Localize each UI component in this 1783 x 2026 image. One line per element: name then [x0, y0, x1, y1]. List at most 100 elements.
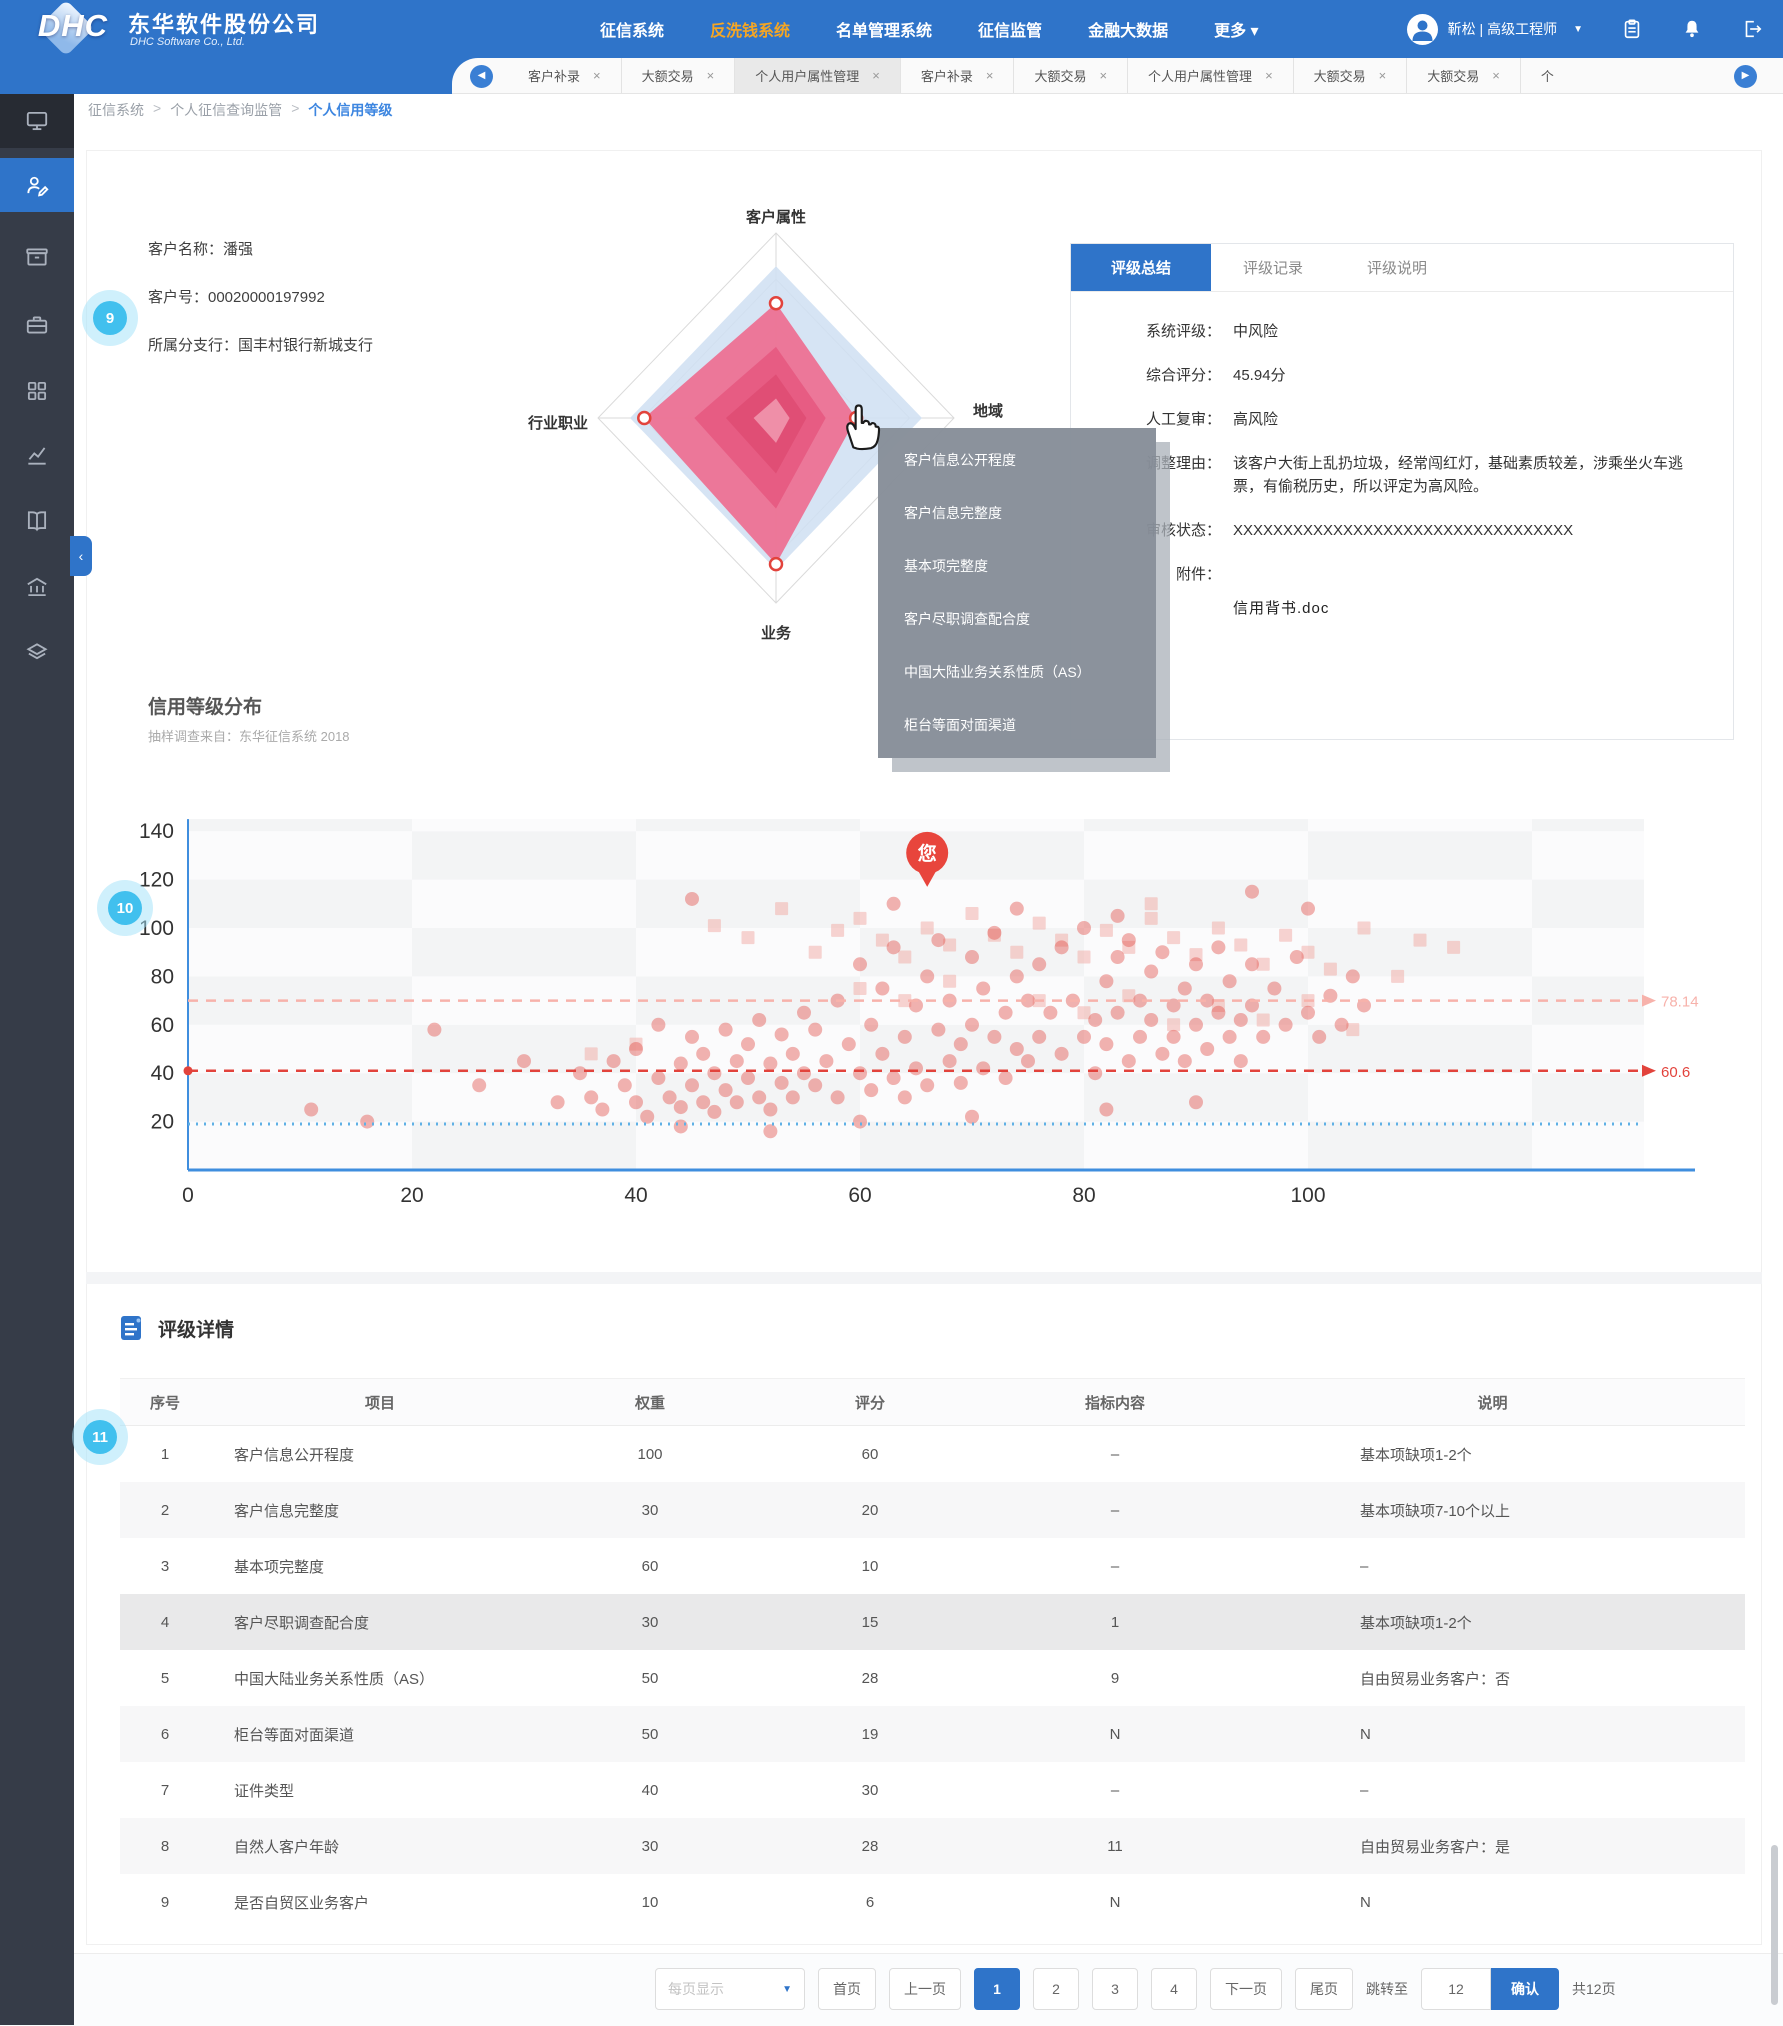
tab[interactable]: 个人用户属性管理× [1128, 58, 1294, 93]
page-number-button[interactable]: 1 [974, 1968, 1020, 2010]
table-cell: – [1240, 1782, 1745, 1799]
dropdown-item[interactable]: 中国大陆业务关系性质（AS） [878, 646, 1156, 699]
tab-close-icon[interactable]: × [1492, 68, 1500, 83]
jump-to-label: 跳转至 [1366, 1979, 1408, 1999]
monitor-icon [24, 108, 50, 134]
column-header: 说明 [1240, 1392, 1745, 1413]
nav-item[interactable]: 征信监管 [978, 17, 1042, 41]
tab[interactable]: 客户补录× [508, 58, 622, 93]
table-cell: 3 [120, 1558, 210, 1575]
annotation-badge: 11 [83, 1420, 117, 1454]
breadcrumb-item[interactable]: 个人征信查询监管 [170, 100, 282, 120]
table-row[interactable]: 1客户信息公开程度10060–基本项缺项1-2个 [120, 1426, 1745, 1482]
dropdown-item[interactable]: 客户信息公开程度 [878, 434, 1156, 487]
svg-text:80: 80 [151, 965, 174, 988]
table-row[interactable]: 9是否自贸区业务客户106NN [120, 1874, 1745, 1930]
clipboard-icon[interactable] [1621, 18, 1643, 40]
table-cell: – [990, 1502, 1240, 1519]
breadcrumb-item[interactable]: 征信系统 [88, 100, 144, 120]
table-cell: – [990, 1446, 1240, 1463]
dropdown-item[interactable]: 客户信息完整度 [878, 487, 1156, 540]
tab-close-icon[interactable]: × [707, 68, 715, 83]
tab[interactable]: 个人用户属性管理× [735, 58, 901, 93]
panel-tab[interactable]: 评级总结 [1071, 244, 1211, 291]
first-page-button[interactable]: 首页 [818, 1968, 876, 2010]
breadcrumb-item[interactable]: 个人信用等级 [308, 100, 392, 120]
sidebar-item-bank[interactable] [0, 560, 74, 614]
dropdown-item[interactable]: 客户尽职调查配合度 [878, 593, 1156, 646]
sidebar-collapse-toggle[interactable]: ‹ [70, 536, 92, 576]
panel-tab[interactable]: 评级记录 [1211, 244, 1335, 291]
user-avatar-icon[interactable] [1407, 14, 1438, 45]
sidebar-item-chart[interactable] [0, 428, 74, 482]
per-page-select[interactable]: 每页显示▼ [655, 1968, 805, 2010]
radar-vertex-marker[interactable] [770, 297, 782, 309]
sidebar-item-book[interactable] [0, 494, 74, 548]
radar-vertex-marker[interactable] [638, 412, 650, 424]
table-row[interactable]: 4客户尽职调查配合度30151基本项缺项1-2个 [120, 1594, 1745, 1650]
sidebar-item-grid[interactable] [0, 364, 74, 418]
nav-item[interactable]: 名单管理系统 [836, 17, 932, 41]
tab[interactable]: 大额交易× [1407, 58, 1521, 93]
table-cell: 28 [750, 1670, 990, 1687]
jump-page-input[interactable] [1421, 1968, 1491, 2010]
sidebar-item-layers[interactable] [0, 626, 74, 680]
scrollbar[interactable] [1771, 1845, 1778, 2005]
chevron-down-icon: ▼ [1573, 24, 1583, 35]
prev-page-button[interactable]: 上一页 [889, 1968, 961, 2010]
dropdown-item[interactable]: 基本项完整度 [878, 540, 1156, 593]
nav-item[interactable]: 更多 ▾ [1214, 17, 1258, 41]
tab-close-icon[interactable]: × [1099, 68, 1107, 83]
table-cell: 基本项缺项1-2个 [1240, 1612, 1745, 1633]
tab[interactable]: 大额交易× [1014, 58, 1128, 93]
table-cell: 自然人客户年龄 [210, 1836, 550, 1857]
nav-item[interactable]: 反洗钱系统 [710, 17, 790, 41]
tab-close-icon[interactable]: × [872, 68, 880, 83]
sidebar-item-user-edit[interactable] [0, 158, 74, 212]
column-header: 评分 [750, 1392, 990, 1413]
sidebar-item-archive[interactable] [0, 230, 74, 284]
sidebar-item-briefcase[interactable] [0, 298, 74, 352]
table-row[interactable]: 6柜台等面对面渠道5019NN [120, 1706, 1745, 1762]
tabs-scroll-left-icon[interactable]: ◀ [470, 65, 493, 88]
next-page-button[interactable]: 下一页 [1210, 1968, 1282, 2010]
tab-close-icon[interactable]: × [593, 68, 601, 83]
tab[interactable]: 客户补录× [901, 58, 1015, 93]
panel-tab[interactable]: 评级说明 [1335, 244, 1459, 291]
attachment-link[interactable]: 信用背书.doc [1233, 597, 1733, 618]
user-name[interactable]: 靳松 | 高级工程师 [1448, 19, 1557, 39]
page-number-button[interactable]: 2 [1033, 1968, 1079, 2010]
tab-close-icon[interactable]: × [1379, 68, 1387, 83]
table-row[interactable]: 5中国大陆业务关系性质（AS）50289自由贸易业务客户：否 [120, 1650, 1745, 1706]
details-title: 评级详情 [158, 1315, 234, 1342]
table-row[interactable]: 2客户信息完整度3020–基本项缺项7-10个以上 [120, 1482, 1745, 1538]
table-row[interactable]: 3基本项完整度6010–– [120, 1538, 1745, 1594]
table-cell: 30 [550, 1502, 750, 1519]
tab[interactable]: 大额交易× [622, 58, 736, 93]
briefcase-icon [24, 312, 50, 338]
tab-close-icon[interactable]: × [986, 68, 994, 83]
tab[interactable]: 个 [1521, 58, 1554, 93]
dropdown-item[interactable]: 柜台等面对面渠道 [878, 699, 1156, 752]
bell-icon[interactable] [1681, 18, 1703, 40]
sidebar-item-monitor[interactable] [0, 94, 74, 148]
tab-close-icon[interactable]: × [1265, 68, 1273, 83]
table-row[interactable]: 7证件类型4030–– [120, 1762, 1745, 1818]
nav-item[interactable]: 金融大数据 [1088, 17, 1168, 41]
svg-text:78.14: 78.14 [1661, 994, 1699, 1011]
tab[interactable]: 大额交易× [1294, 58, 1408, 93]
company-name: 东华软件股份公司 [128, 7, 320, 39]
svg-text:120: 120 [139, 869, 174, 892]
pagination-controls: 每页显示▼首页上一页1234下一页尾页跳转至确认共12页 [655, 1968, 1616, 2010]
page-number-button[interactable]: 4 [1151, 1968, 1197, 2010]
tabs-scroll-right-icon[interactable]: ▶ [1734, 65, 1757, 88]
radar-vertex-marker[interactable] [770, 558, 782, 570]
table-row[interactable]: 8自然人客户年龄302811自由贸易业务客户：是 [120, 1818, 1745, 1874]
table-cell: 柜台等面对面渠道 [210, 1724, 550, 1745]
confirm-button[interactable]: 确认 [1491, 1968, 1559, 2010]
nav-item[interactable]: 征信系统 [600, 17, 664, 41]
last-page-button[interactable]: 尾页 [1295, 1968, 1353, 2010]
logout-icon[interactable] [1741, 18, 1763, 40]
nav-menu: 征信系统 反洗钱系统 名单管理系统 征信监管 金融大数据 更多 ▾ [600, 0, 1259, 58]
page-number-button[interactable]: 3 [1092, 1968, 1138, 2010]
